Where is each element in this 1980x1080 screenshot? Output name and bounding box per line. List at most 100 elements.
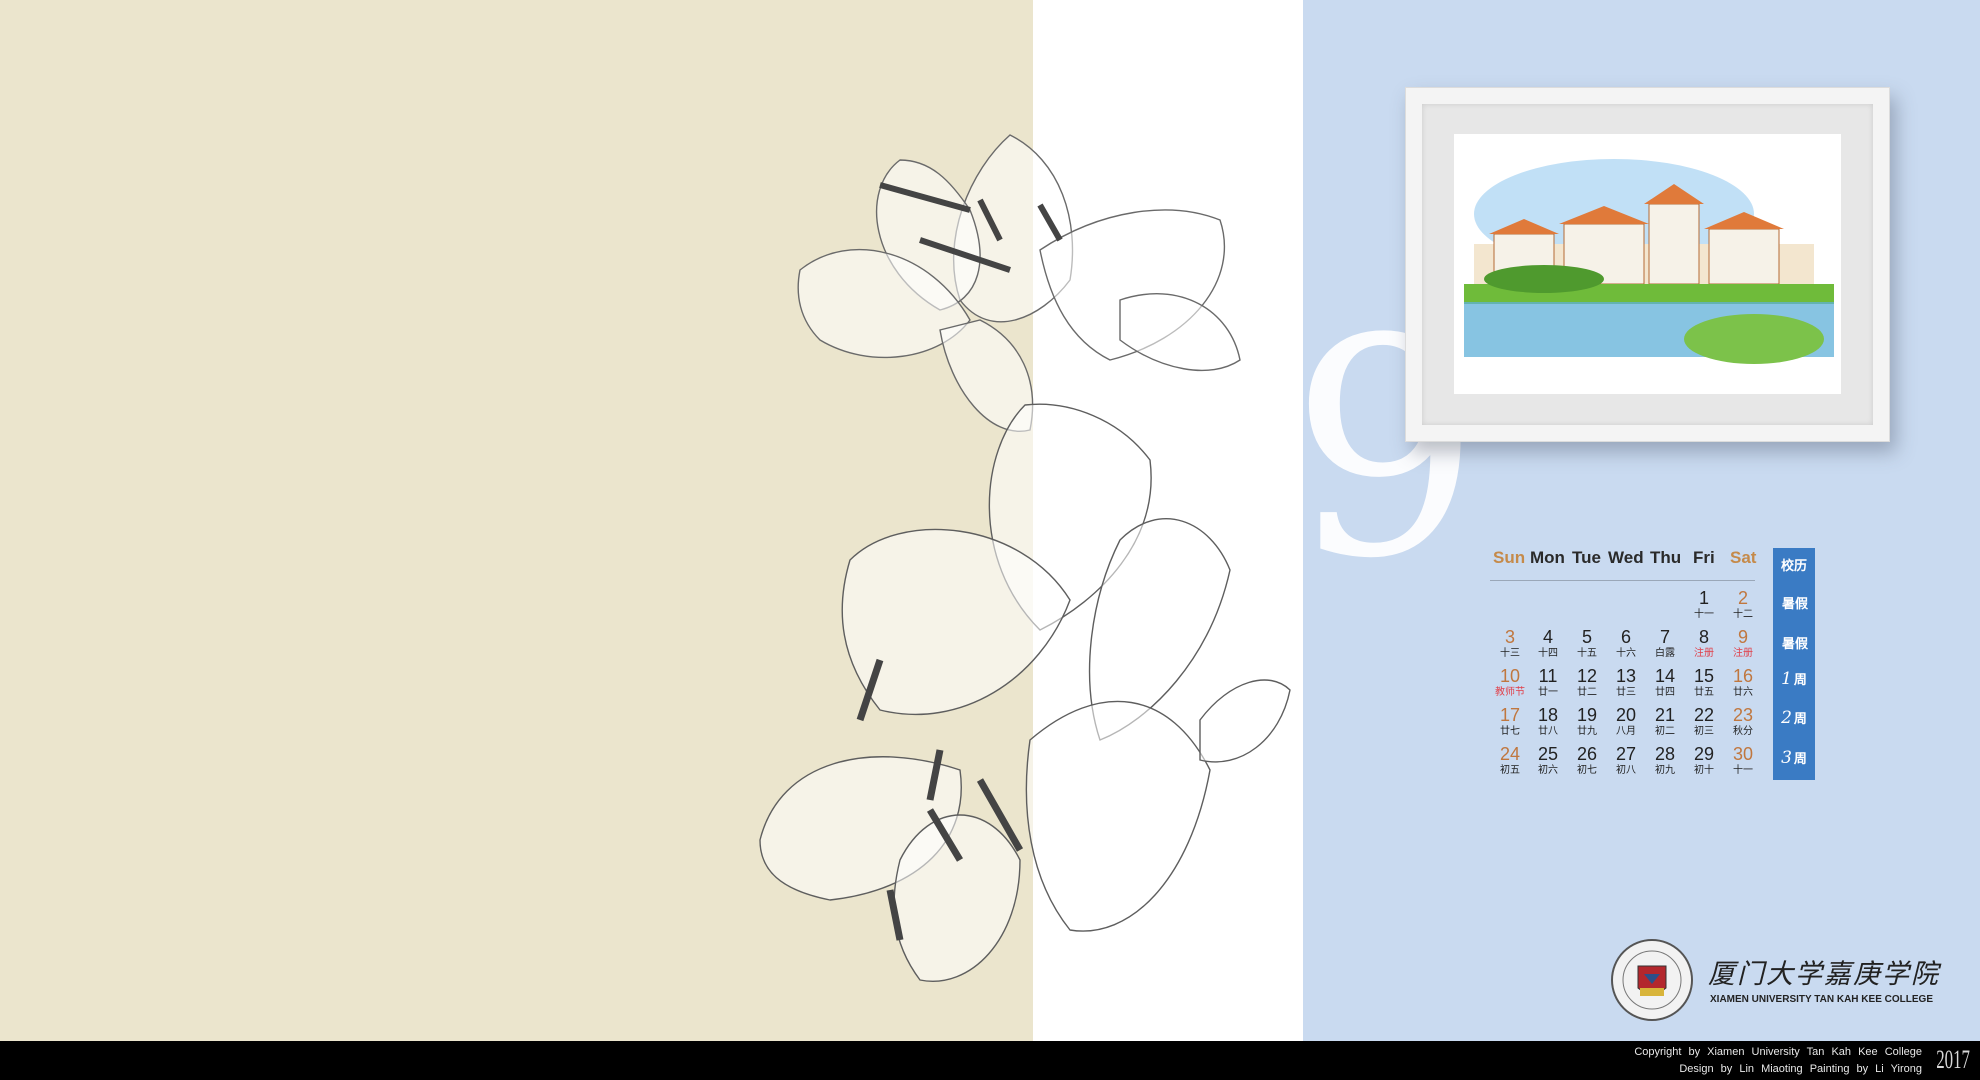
- lunar-date: 廿三: [1616, 687, 1636, 698]
- day-cell: 18 廿八: [1528, 705, 1568, 738]
- day-cell: 11 廿一: [1528, 666, 1568, 699]
- lower-lily-petal: [1025, 700, 1211, 932]
- lunar-date: 廿四: [1655, 687, 1675, 698]
- day-number: 17: [1499, 705, 1521, 725]
- day-number: 1: [1698, 588, 1709, 608]
- day-cell: 21 初二: [1645, 705, 1685, 738]
- day-cell: 23 秋分: [1723, 705, 1763, 738]
- lunar-date: 十三: [1500, 648, 1520, 659]
- day-number: 10: [1499, 666, 1521, 686]
- lower-lily-petal: [893, 814, 1021, 982]
- day-cell: 16 廿六: [1723, 666, 1763, 699]
- lunar-date: 十一: [1733, 765, 1753, 776]
- header-divider: [1490, 580, 1755, 581]
- college-name-chinese: 厦门大学嘉庚学院: [1708, 959, 1940, 990]
- day-cell: 24 初五: [1490, 744, 1530, 777]
- lunar-date: 初九: [1655, 765, 1675, 776]
- year-label: 2017: [1936, 1045, 1970, 1074]
- college-emblem-icon: [1611, 939, 1693, 1021]
- day-number: 13: [1615, 666, 1637, 686]
- lunar-date: 注册: [1694, 648, 1714, 659]
- day-cell: 7 白露: [1645, 627, 1685, 660]
- day-cell: 17 廿七: [1490, 705, 1530, 738]
- day-number: 23: [1732, 705, 1754, 725]
- day-cell: 30 十一: [1723, 744, 1763, 777]
- footer-bar: Copyright by Xiamen University Tan Kah K…: [0, 1041, 1980, 1080]
- day-number: 8: [1698, 627, 1709, 647]
- day-cell: 13 廿三: [1606, 666, 1646, 699]
- painting-frame: [1405, 87, 1890, 442]
- school-week-row: 暑假: [1781, 637, 1808, 652]
- day-cell: 3 十三: [1490, 627, 1530, 660]
- school-week-row: 1周: [1781, 669, 1807, 689]
- credits-text: Design by Lin Miaoting Painting by Li Yi…: [1679, 1063, 1922, 1075]
- day-cell: 5 十五: [1567, 627, 1607, 660]
- lunar-date: 秋分: [1733, 726, 1753, 737]
- day-cell: 27 初八: [1606, 744, 1646, 777]
- weekday-header-fri: Fri: [1693, 548, 1715, 567]
- day-number: 20: [1615, 705, 1637, 725]
- day-cell: 1 十一: [1684, 588, 1724, 621]
- upper-lily-petal: [1119, 293, 1241, 372]
- day-cell: 26 初七: [1567, 744, 1607, 777]
- campus-watercolor-painting: [1454, 134, 1841, 394]
- day-cell: 29 初十: [1684, 744, 1724, 777]
- lily-illustration: [759, 134, 1291, 982]
- day-number: 30: [1732, 744, 1754, 764]
- day-number: 25: [1537, 744, 1559, 764]
- day-cell: 6 十六: [1606, 627, 1646, 660]
- lunar-date: 廿五: [1694, 687, 1714, 698]
- day-number: 11: [1538, 666, 1558, 686]
- school-week-row: 3周: [1781, 748, 1807, 768]
- day-number: 12: [1576, 666, 1598, 686]
- day-cell: 20 八月: [1606, 705, 1646, 738]
- weekday-header-thu: Thu: [1650, 548, 1682, 567]
- day-number: 4: [1542, 627, 1553, 647]
- day-number: 26: [1576, 744, 1598, 764]
- weekday-header-sat: Sat: [1730, 548, 1757, 567]
- day-number: 24: [1499, 744, 1521, 764]
- day-number: 2: [1737, 588, 1748, 608]
- lunar-date: 廿一: [1538, 687, 1558, 698]
- day-cell: 22 初三: [1684, 705, 1724, 738]
- lunar-date: 八月: [1616, 726, 1636, 737]
- lunar-date: 初五: [1500, 765, 1520, 776]
- day-cell: 9 注册: [1723, 627, 1763, 660]
- day-number: 19: [1576, 705, 1598, 725]
- day-number: 15: [1693, 666, 1715, 686]
- weekday-header-wed: Wed: [1608, 548, 1644, 567]
- lunar-date: 初十: [1694, 765, 1714, 776]
- day-cell: 8 注册: [1684, 627, 1724, 660]
- lunar-date: 初三: [1694, 726, 1714, 737]
- day-number: 14: [1654, 666, 1676, 686]
- day-number: 7: [1659, 627, 1670, 647]
- day-cell: 4 十四: [1528, 627, 1568, 660]
- day-cell: 10 教师节: [1490, 666, 1530, 699]
- day-number: 6: [1620, 627, 1631, 647]
- day-number: 3: [1504, 627, 1515, 647]
- day-number: 27: [1615, 744, 1637, 764]
- day-number: 5: [1581, 627, 1592, 647]
- lunar-date: 白露: [1655, 648, 1675, 659]
- day-number: 9: [1737, 627, 1748, 647]
- school-calendar-title: 校历: [1780, 559, 1807, 574]
- lunar-date: 初六: [1538, 765, 1558, 776]
- weekday-header-tue: Tue: [1572, 548, 1601, 567]
- day-number: 22: [1693, 705, 1715, 725]
- day-cell: 25 初六: [1528, 744, 1568, 777]
- lunar-date: 注册: [1733, 648, 1753, 659]
- lunar-date: 十二: [1733, 609, 1753, 620]
- day-number: 28: [1654, 744, 1676, 764]
- lunar-date: 初八: [1616, 765, 1636, 776]
- day-number: 16: [1732, 666, 1754, 686]
- copyright-text: Copyright by Xiamen University Tan Kah K…: [1634, 1046, 1922, 1058]
- day-number: 21: [1654, 705, 1676, 725]
- day-cell: 14 廿四: [1645, 666, 1685, 699]
- lunar-date: 十四: [1538, 648, 1558, 659]
- college-name-english: XIAMEN UNIVERSITY TAN KAH KEE COLLEGE: [1710, 994, 1933, 1005]
- lunar-date: 廿九: [1577, 726, 1597, 737]
- school-week-row: 2周: [1781, 708, 1807, 728]
- day-cell: 15 廿五: [1684, 666, 1724, 699]
- lunar-date: 教师节: [1495, 687, 1525, 698]
- weekday-header-mon: Mon: [1530, 548, 1565, 567]
